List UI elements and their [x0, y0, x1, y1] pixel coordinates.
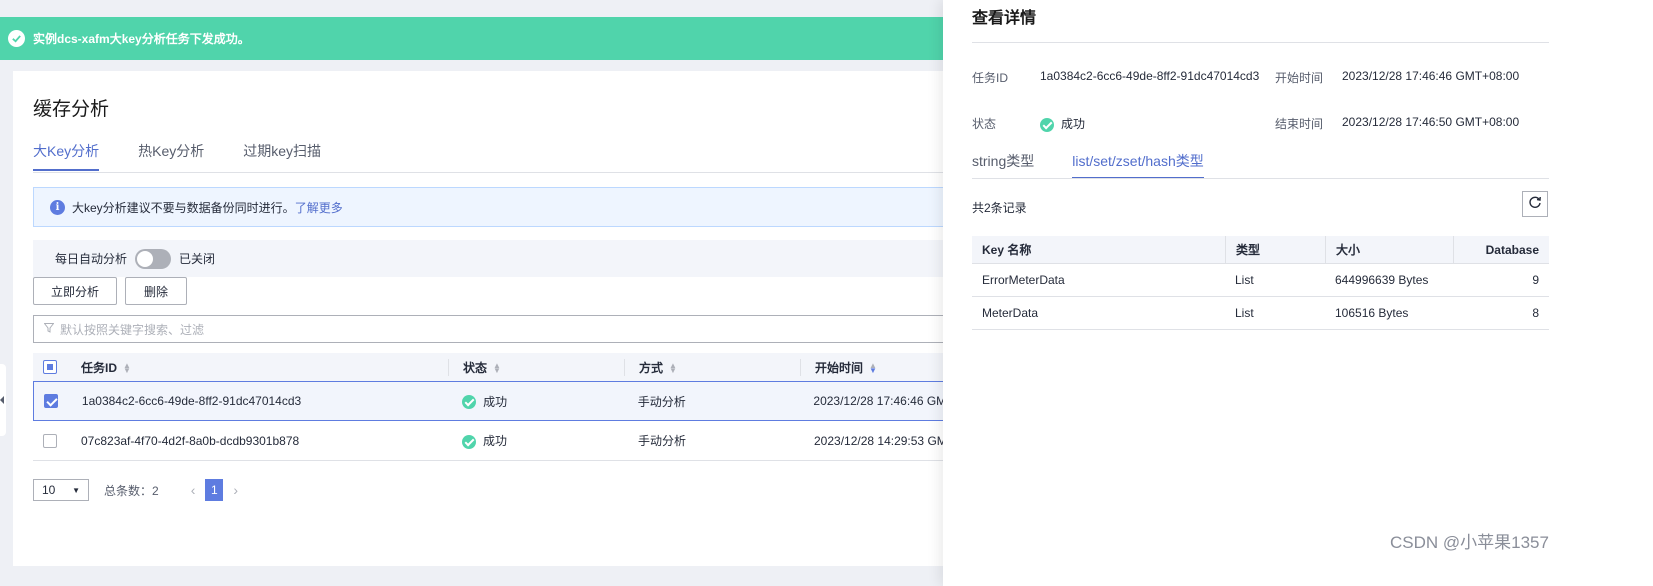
- start-time-label: 开始时间: [1275, 71, 1324, 85]
- success-icon: [462, 434, 476, 449]
- watermark: CSDN @小苹果1357: [1390, 533, 1549, 552]
- success-icon: [462, 395, 477, 410]
- page-number[interactable]: 1: [205, 479, 224, 501]
- end-time-value: 2023/12/28 17:46:50 GMT+08:00: [1342, 115, 1520, 129]
- table-row[interactable]: 1a0384c2-6cc6-49de-8ff2-91dc47014cd3 成功 …: [33, 381, 993, 421]
- table-header: 任务ID ▲ ▼ 状态 ▲ ▼ 方式 ▲ ▼ 开始时间 ▲ ▼: [33, 353, 993, 381]
- task-table: 任务ID ▲ ▼ 状态 ▲ ▼ 方式 ▲ ▼ 开始时间 ▲ ▼ 1a0384c2-6cc6-49…: [33, 353, 993, 461]
- analysis-tabs: 大Key分析 热Key分析 过期key扫描: [33, 141, 360, 171]
- collapse-handle[interactable]: [0, 364, 6, 436]
- check-circle-icon: [8, 30, 25, 47]
- tab-list-set-zset-hash-type[interactable]: list/set/zset/hash类型: [1072, 151, 1204, 179]
- end-time-label: 结束时间: [1275, 117, 1324, 131]
- next-page-icon[interactable]: ›: [233, 482, 238, 498]
- task-id-cell: 1a0384c2-6cc6-49de-8ff2-91dc47014cd3: [81, 394, 302, 408]
- auto-analysis-label: 每日自动分析: [55, 252, 128, 266]
- key-type-tabs: string类型 list/set/zset/hash类型: [972, 151, 1242, 179]
- success-icon: [1040, 117, 1054, 132]
- tab-big-key[interactable]: 大Key分析: [33, 141, 100, 171]
- type-cell: List: [1235, 273, 1254, 287]
- table-row[interactable]: 07c823af-4f70-4d2f-8a0b-dcdb9301b878 成功 …: [33, 421, 993, 461]
- record-count: 共2条记录: [972, 201, 1027, 215]
- database-cell: 8: [1532, 306, 1539, 320]
- row-checkbox[interactable]: [43, 433, 57, 448]
- cache-analysis-card: 缓存分析 大Key分析 热Key分析 过期key扫描 i 大key分析建议不要与…: [13, 71, 993, 566]
- method-cell: 手动分析: [637, 394, 686, 409]
- sort-icon[interactable]: ▲ ▼: [123, 362, 131, 375]
- status-cell: 成功: [448, 432, 624, 449]
- task-id-value: 1a0384c2-6cc6-49de-8ff2-91dc47014cd3: [1040, 69, 1260, 83]
- sort-icon[interactable]: ▲ ▼: [493, 362, 501, 375]
- analyze-now-button[interactable]: 立即分析: [33, 277, 117, 305]
- status-value: 成功: [1040, 115, 1085, 132]
- column-method[interactable]: 方式 ▲ ▼: [624, 358, 800, 376]
- task-id-label: 任务ID: [972, 71, 1009, 85]
- tab-expired-key[interactable]: 过期key扫描: [243, 141, 321, 171]
- key-name-cell: MeterData: [982, 306, 1039, 320]
- refresh-icon: [1528, 195, 1542, 213]
- column-key-name: Key 名称: [982, 243, 1032, 257]
- method-cell: 手动分析: [638, 434, 687, 448]
- filter-icon: [43, 322, 55, 336]
- table-row: MeterData List 106516 Bytes 8: [972, 297, 1549, 330]
- select-all-checkbox[interactable]: [43, 360, 57, 374]
- details-drawer: 查看详情 任务ID 1a0384c2-6cc6-49de-8ff2-91dc47…: [943, 0, 1653, 586]
- pagination: 10 ▼ 总条数：2 ‹ 1 ›: [33, 479, 248, 501]
- page-size-select[interactable]: 10 ▼: [33, 479, 89, 501]
- toggle-knob: [137, 250, 154, 267]
- key-name-cell: ErrorMeterData: [982, 273, 1065, 287]
- status-cell: 成功: [448, 393, 624, 410]
- size-cell: 106516 Bytes: [1335, 306, 1409, 320]
- drawer-tabs-divider: [972, 178, 1549, 179]
- notice-text: 大key分析建议不要与数据备份同时进行。: [72, 200, 295, 215]
- sort-icon[interactable]: ▲ ▼: [669, 362, 677, 375]
- caret-down-icon: ▼: [72, 485, 80, 495]
- column-size: 大小: [1325, 236, 1453, 263]
- auto-analysis-state: 已关闭: [179, 252, 216, 266]
- size-cell: 644996639 Bytes: [1335, 273, 1429, 287]
- database-cell: 9: [1532, 273, 1539, 287]
- big-key-table: Key 名称 类型 大小 Database ErrorMeterData Lis…: [972, 236, 1549, 330]
- search-input[interactable]: 默认按照关键字搜索、过滤: [33, 315, 993, 343]
- toast-message: 实例dcs-xafm大key分析任务下发成功。: [33, 32, 250, 46]
- table-header: Key 名称 类型 大小 Database: [972, 236, 1549, 264]
- page-title: 缓存分析: [33, 99, 110, 120]
- learn-more-link[interactable]: 了解更多: [295, 199, 343, 216]
- tab-hot-key[interactable]: 热Key分析: [138, 141, 204, 171]
- drawer-title: 查看详情: [972, 10, 1037, 27]
- column-database: Database: [1453, 236, 1549, 263]
- search-placeholder: 默认按照关键字搜索、过滤: [60, 322, 205, 337]
- info-icon: i: [50, 199, 65, 215]
- tab-string-type[interactable]: string类型: [972, 151, 1034, 179]
- refresh-button[interactable]: [1522, 191, 1548, 217]
- prev-page-icon[interactable]: ‹: [191, 482, 196, 498]
- type-cell: List: [1235, 306, 1254, 320]
- sort-desc-icon[interactable]: ▲ ▼: [869, 362, 877, 375]
- task-id-cell: 07c823af-4f70-4d2f-8a0b-dcdb9301b878: [81, 433, 300, 448]
- tabs-divider: [33, 172, 993, 173]
- success-toast: 实例dcs-xafm大key分析任务下发成功。: [0, 17, 993, 60]
- row-checkbox[interactable]: [43, 394, 58, 408]
- delete-button[interactable]: 删除: [125, 277, 187, 305]
- status-label: 状态: [972, 117, 997, 131]
- column-status[interactable]: 状态 ▲ ▼: [448, 358, 624, 376]
- start-time-value: 2023/12/28 17:46:46 GMT+08:00: [1342, 69, 1520, 83]
- column-task-id[interactable]: 任务ID ▲ ▼: [67, 359, 448, 376]
- info-notice: i 大key分析建议不要与数据备份同时进行。 了解更多: [33, 187, 993, 227]
- drawer-divider: [972, 42, 1549, 43]
- table-row: ErrorMeterData List 644996639 Bytes 9: [972, 264, 1549, 297]
- auto-analysis-bar: 每日自动分析 已关闭: [33, 240, 993, 277]
- column-type: 类型: [1225, 236, 1325, 263]
- total-count: 总条数：2: [104, 483, 159, 498]
- auto-analysis-toggle[interactable]: [135, 248, 172, 269]
